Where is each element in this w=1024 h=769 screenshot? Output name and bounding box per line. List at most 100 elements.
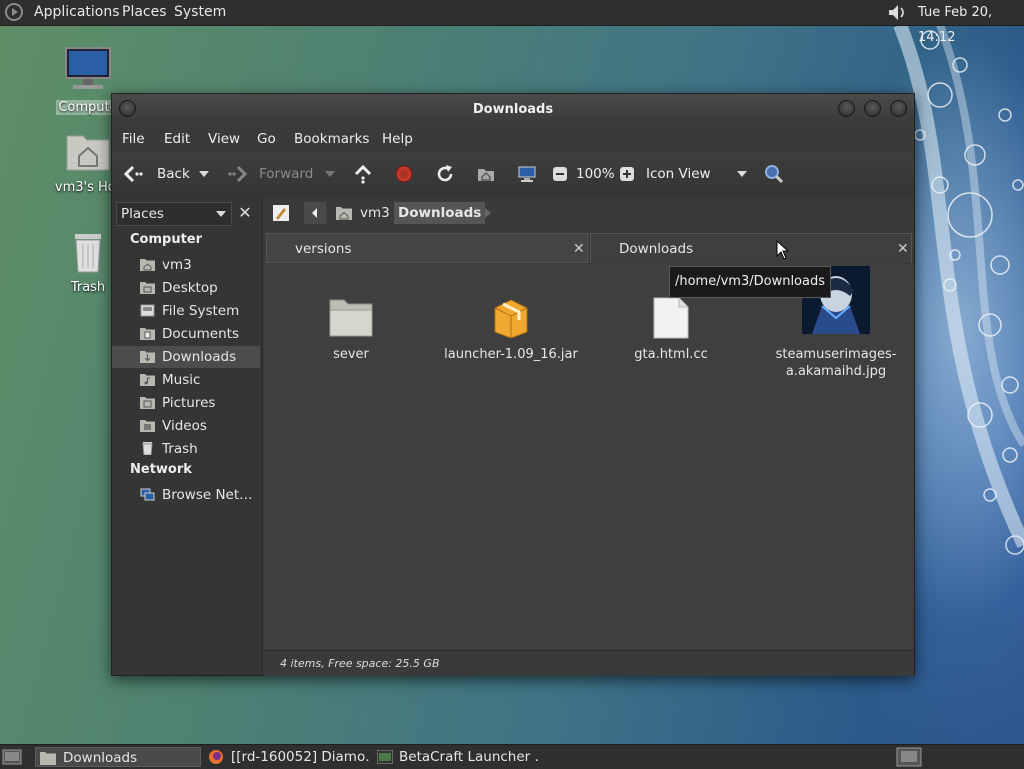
computer-icon[interactable] xyxy=(517,164,537,184)
task-firefox[interactable]: [[rd-160052] Diamo… xyxy=(204,747,370,767)
breadcrumb-downloads[interactable]: Downloads xyxy=(394,202,486,224)
up-icon[interactable] xyxy=(353,164,373,184)
file-name: steamuserimages-a.akamaihd.jpg xyxy=(775,347,897,379)
close-tab-icon[interactable]: ✕ xyxy=(897,234,909,264)
sidebar-item-music[interactable]: Music xyxy=(112,369,260,391)
menu-edit[interactable]: Edit xyxy=(164,126,190,152)
bottom-panel: Downloads [[rd-160052] Diamo… BetaCraft … xyxy=(0,744,1024,769)
menu-view[interactable]: View xyxy=(208,126,240,152)
sidebar-item-label: Videos xyxy=(162,418,207,434)
home-icon[interactable] xyxy=(476,164,496,184)
close-sidebar-icon[interactable]: ✕ xyxy=(234,202,256,224)
sidebar-item-label: Music xyxy=(162,372,201,388)
menu-go[interactable]: Go xyxy=(257,126,276,152)
menu-places[interactable]: Places xyxy=(122,0,167,25)
home-folder-icon xyxy=(66,135,110,171)
chevron-right-icon[interactable] xyxy=(482,206,494,220)
back-button[interactable]: Back xyxy=(157,152,190,196)
zoom-out-icon[interactable] xyxy=(552,166,568,182)
task-downloads[interactable]: Downloads xyxy=(35,747,201,767)
firefox-icon xyxy=(209,750,223,764)
speaker-icon[interactable] xyxy=(887,4,907,21)
document-icon xyxy=(653,297,689,339)
sidebar-item-pictures[interactable]: Pictures xyxy=(112,392,260,414)
folder-icon xyxy=(140,420,155,432)
workspace-switcher-icon[interactable] xyxy=(896,747,922,767)
file-item-folder[interactable]: sever xyxy=(281,296,421,363)
file-name: sever xyxy=(333,347,369,362)
sidebar-item-vm3[interactable]: vm3 xyxy=(112,254,260,276)
home-folder-icon xyxy=(140,259,155,271)
view-mode-dropdown[interactable] xyxy=(737,171,747,177)
sidebar-selector[interactable]: Places xyxy=(116,202,232,226)
folder-icon xyxy=(40,752,56,765)
edit-location-icon[interactable] xyxy=(272,204,290,222)
close-tab-icon[interactable]: ✕ xyxy=(573,234,585,264)
sidebar-selector-label: Places xyxy=(121,206,164,222)
forward-icon[interactable] xyxy=(228,164,248,184)
tab-versions[interactable]: versions ✕ xyxy=(266,233,588,263)
back-icon[interactable] xyxy=(123,164,143,184)
chevron-left-icon[interactable] xyxy=(304,202,326,224)
file-view[interactable]: sever launcher-1.09_16.jar gta.html.cc s… xyxy=(264,264,914,650)
location-bar: vm3 Downloads xyxy=(264,196,914,230)
menubar: File Edit View Go Bookmarks Help xyxy=(112,126,914,152)
breadcrumb-vm3[interactable]: vm3 xyxy=(360,202,390,224)
back-history-dropdown[interactable] xyxy=(199,171,209,177)
task-label: BetaCraft Launcher … xyxy=(399,749,539,765)
task-label: Downloads xyxy=(63,750,138,766)
trash-icon xyxy=(142,442,153,455)
sidebar-item-label: Desktop xyxy=(162,280,218,296)
sidebar: Places ✕ Computer vm3 Desktop File Syste… xyxy=(112,196,263,675)
view-mode-select[interactable]: Icon View xyxy=(646,152,711,196)
sidebar-item-trash[interactable]: Trash xyxy=(112,438,260,460)
menu-help[interactable]: Help xyxy=(382,126,413,152)
task-betacraft[interactable]: BetaCraft Launcher … xyxy=(373,747,539,767)
minimize-button[interactable] xyxy=(838,100,855,117)
drive-icon xyxy=(140,304,155,317)
sidebar-item-browse-network[interactable]: Browse Net… xyxy=(112,484,260,506)
forward-button[interactable]: Forward xyxy=(259,152,313,196)
folder-icon xyxy=(140,397,155,409)
stop-icon[interactable] xyxy=(394,164,414,184)
close-button[interactable] xyxy=(890,100,907,117)
zoom-level[interactable]: 100% xyxy=(576,152,615,196)
sidebar-item-label: Trash xyxy=(162,441,198,457)
distro-menu-icon[interactable] xyxy=(5,3,23,21)
file-item-document[interactable]: gta.html.cc xyxy=(601,296,741,363)
sidebar-item-label: Pictures xyxy=(162,395,216,411)
terminal-icon xyxy=(377,750,393,764)
tab-downloads[interactable]: Downloads ✕ xyxy=(590,233,912,263)
sidebar-item-documents[interactable]: Documents xyxy=(112,323,260,345)
zoom-in-icon[interactable] xyxy=(619,166,635,182)
file-name: gta.html.cc xyxy=(634,347,708,362)
menu-file[interactable]: File xyxy=(122,126,145,152)
sidebar-item-file-system[interactable]: File System xyxy=(112,300,260,322)
toolbar: Back Forward 100% Icon View xyxy=(112,152,914,197)
menu-applications[interactable]: Applications xyxy=(34,0,120,25)
status-text: 4 items, Free space: 25.5 GB xyxy=(280,657,440,670)
tab-label: versions xyxy=(295,241,352,257)
menu-bookmarks[interactable]: Bookmarks xyxy=(294,126,369,152)
sidebar-item-desktop[interactable]: Desktop xyxy=(112,277,260,299)
clock[interactable]: Tue Feb 20, 14:12 xyxy=(918,0,1024,45)
search-icon[interactable] xyxy=(764,164,784,184)
file-item-jar[interactable]: launcher-1.09_16.jar xyxy=(441,296,581,363)
task-label: [[rd-160052] Diamo… xyxy=(231,749,370,765)
package-icon xyxy=(494,299,528,339)
menu-system[interactable]: System xyxy=(174,0,226,25)
sidebar-item-downloads[interactable]: Downloads xyxy=(112,346,260,368)
window-titlebar[interactable]: Downloads xyxy=(112,94,914,126)
trash-icon xyxy=(75,234,101,273)
window-title: Downloads xyxy=(472,102,554,117)
maximize-button[interactable] xyxy=(864,100,881,117)
show-desktop-icon[interactable] xyxy=(2,749,22,765)
folder-icon xyxy=(140,351,155,363)
reload-icon[interactable] xyxy=(435,164,455,184)
forward-history-dropdown[interactable] xyxy=(325,171,335,177)
sidebar-item-videos[interactable]: Videos xyxy=(112,415,260,437)
folder-icon xyxy=(329,299,373,337)
network-icon xyxy=(140,488,155,501)
sidebar-item-label: File System xyxy=(162,303,240,319)
sidebar-item-label: Downloads xyxy=(162,349,237,365)
